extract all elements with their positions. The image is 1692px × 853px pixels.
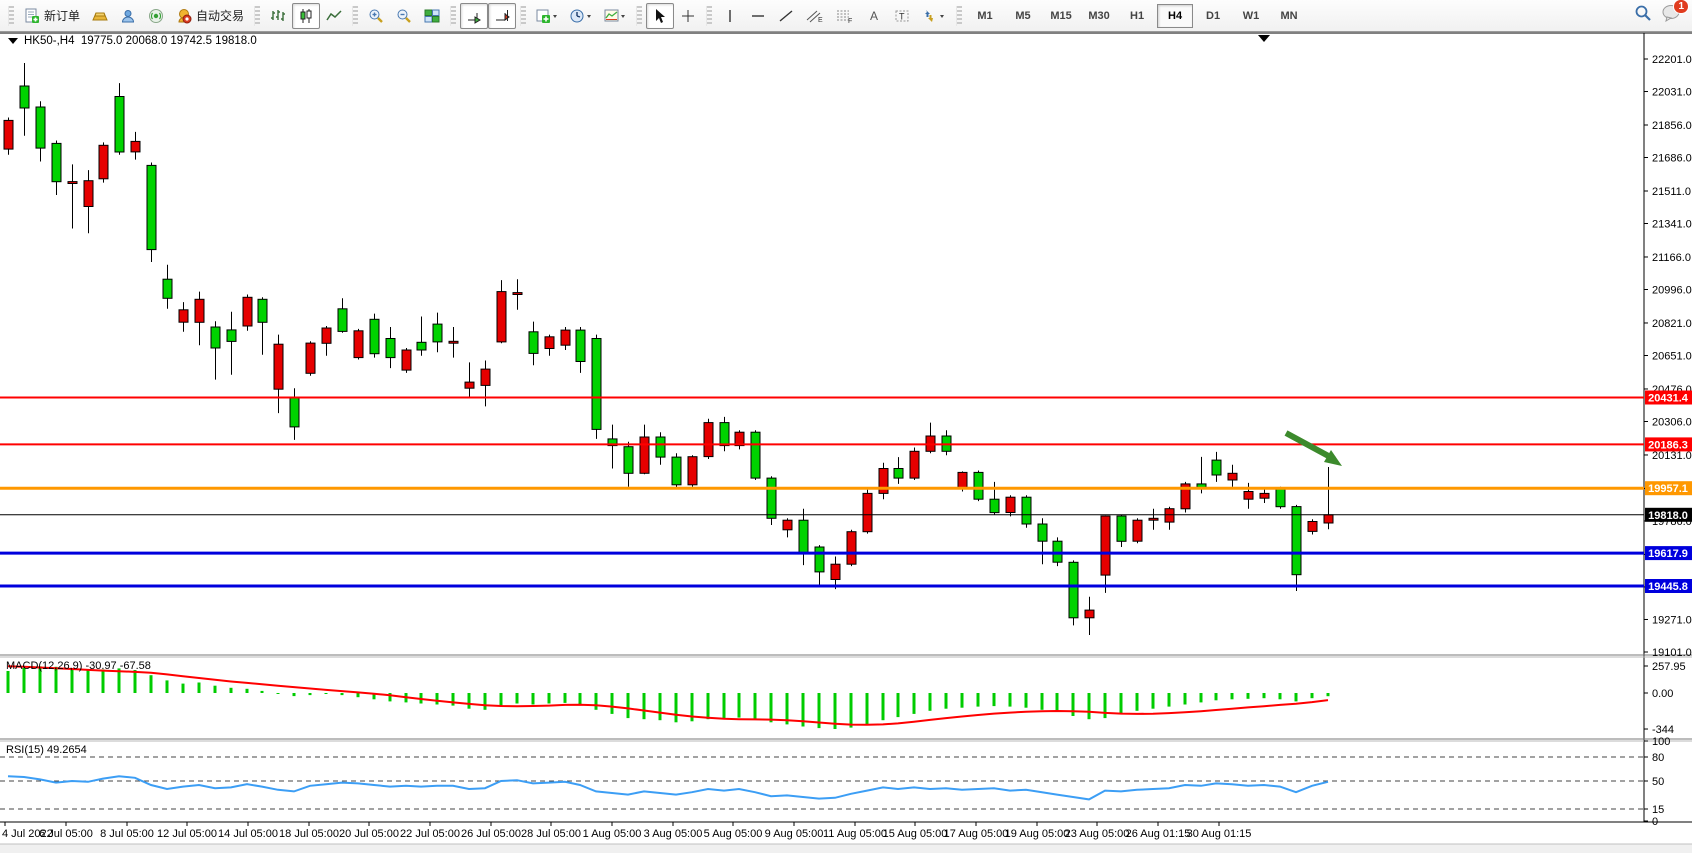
chart-background bbox=[0, 33, 1692, 853]
x-axis-tick-label: 17 Aug 05:00 bbox=[944, 828, 1009, 840]
macd-axis-label: 0.00 bbox=[1652, 688, 1673, 700]
x-axis-tick-label: 14 Jul 05:00 bbox=[218, 828, 278, 840]
y-axis-tick-label: 21341.0 bbox=[1652, 219, 1692, 231]
price-badge-19617.9: 19617.9 bbox=[1645, 546, 1692, 560]
price-badge-19957.1: 19957.1 bbox=[1645, 481, 1692, 495]
y-axis-tick-label: 20306.0 bbox=[1652, 416, 1692, 428]
x-axis-tick-label: 26 Jul 05:00 bbox=[461, 828, 521, 840]
y-axis-tick-label: 21166.0 bbox=[1652, 252, 1691, 264]
x-axis-tick-label: 30 Aug 01:15 bbox=[1187, 828, 1252, 840]
svg-text:20186.3: 20186.3 bbox=[1648, 439, 1688, 451]
x-axis-tick-label: 26 Aug 01:15 bbox=[1126, 828, 1191, 840]
y-axis-tick-label: 22031.0 bbox=[1652, 87, 1692, 99]
rsi-label: RSI(15) 49.2654 bbox=[6, 744, 87, 756]
x-axis-tick-label: 3 Aug 05:00 bbox=[644, 828, 703, 840]
rsi-axis-label: 15 bbox=[1652, 804, 1664, 816]
y-axis-tick-label: 22201.0 bbox=[1652, 54, 1692, 66]
y-axis-tick-label: 20821.0 bbox=[1652, 318, 1692, 330]
y-axis-tick-label: 19101.0 bbox=[1652, 647, 1692, 659]
x-axis-tick-label: 18 Jul 05:00 bbox=[279, 828, 339, 840]
macd-label: MACD(12,26,9) -30.97 -67.58 bbox=[6, 660, 151, 672]
svg-text:19957.1: 19957.1 bbox=[1648, 483, 1688, 495]
chart-title: HK50-,H4 19775.0 20068.0 19742.5 19818.0 bbox=[24, 35, 257, 47]
rsi-axis-label: 0 bbox=[1652, 816, 1658, 828]
price-badge-20431.4: 20431.4 bbox=[1645, 391, 1692, 405]
price-badge-19818.0: 19818.0 bbox=[1645, 508, 1692, 522]
y-axis-tick-label: 21856.0 bbox=[1652, 120, 1692, 132]
macd-axis-label: 257.95 bbox=[1652, 661, 1686, 673]
x-axis-tick-label: 22 Jul 05:00 bbox=[400, 828, 460, 840]
y-axis-tick-label: 21686.0 bbox=[1652, 153, 1692, 165]
x-axis-tick-label: 20 Jul 05:00 bbox=[339, 828, 399, 840]
svg-text:19617.9: 19617.9 bbox=[1648, 548, 1688, 560]
price-badge-20186.3: 20186.3 bbox=[1645, 437, 1692, 451]
rsi-axis-label: 80 bbox=[1652, 752, 1664, 764]
y-axis-tick-label: 20131.0 bbox=[1652, 450, 1692, 462]
x-axis-tick-label: 6 Jul 05:00 bbox=[39, 828, 93, 840]
x-axis-tick-label: 8 Jul 05:00 bbox=[100, 828, 154, 840]
x-axis-tick-label: 28 Jul 05:00 bbox=[521, 828, 581, 840]
mt4-window: 新订单 自动交易 bbox=[0, 0, 1692, 853]
chart-canvas[interactable]: 22201.0 22031.0 21856.0 21686.0 21511.0 21341… bbox=[0, 0, 1692, 853]
price-badge-19445.8: 19445.8 bbox=[1645, 579, 1692, 593]
y-axis-tick-label: 20996.0 bbox=[1652, 285, 1692, 297]
y-axis-tick-label: 21511.0 bbox=[1652, 186, 1691, 198]
x-axis-tick-label: 9 Aug 05:00 bbox=[765, 828, 824, 840]
x-axis-tick-label: 12 Jul 05:00 bbox=[157, 828, 217, 840]
y-axis-tick-label: 19271.0 bbox=[1652, 614, 1692, 626]
x-axis-tick-label: 1 Aug 05:00 bbox=[583, 828, 642, 840]
y-axis-tick-label: 20651.0 bbox=[1652, 350, 1692, 362]
x-axis-tick-label: 11 Aug 05:00 bbox=[823, 828, 887, 840]
x-axis-tick-label: 15 Aug 05:00 bbox=[883, 828, 948, 840]
rsi-axis-label: 100 bbox=[1652, 736, 1670, 748]
x-axis-tick-label: 5 Aug 05:00 bbox=[704, 828, 763, 840]
macd-axis-label: -344 bbox=[1652, 724, 1674, 736]
svg-text:19445.8: 19445.8 bbox=[1648, 581, 1688, 593]
svg-text:19818.0: 19818.0 bbox=[1648, 510, 1688, 522]
x-axis-tick-label: 23 Aug 05:00 bbox=[1065, 828, 1130, 840]
x-axis-tick-label: 19 Aug 05:00 bbox=[1005, 828, 1070, 840]
svg-text:20431.4: 20431.4 bbox=[1648, 393, 1689, 405]
rsi-axis-label: 50 bbox=[1652, 776, 1664, 788]
